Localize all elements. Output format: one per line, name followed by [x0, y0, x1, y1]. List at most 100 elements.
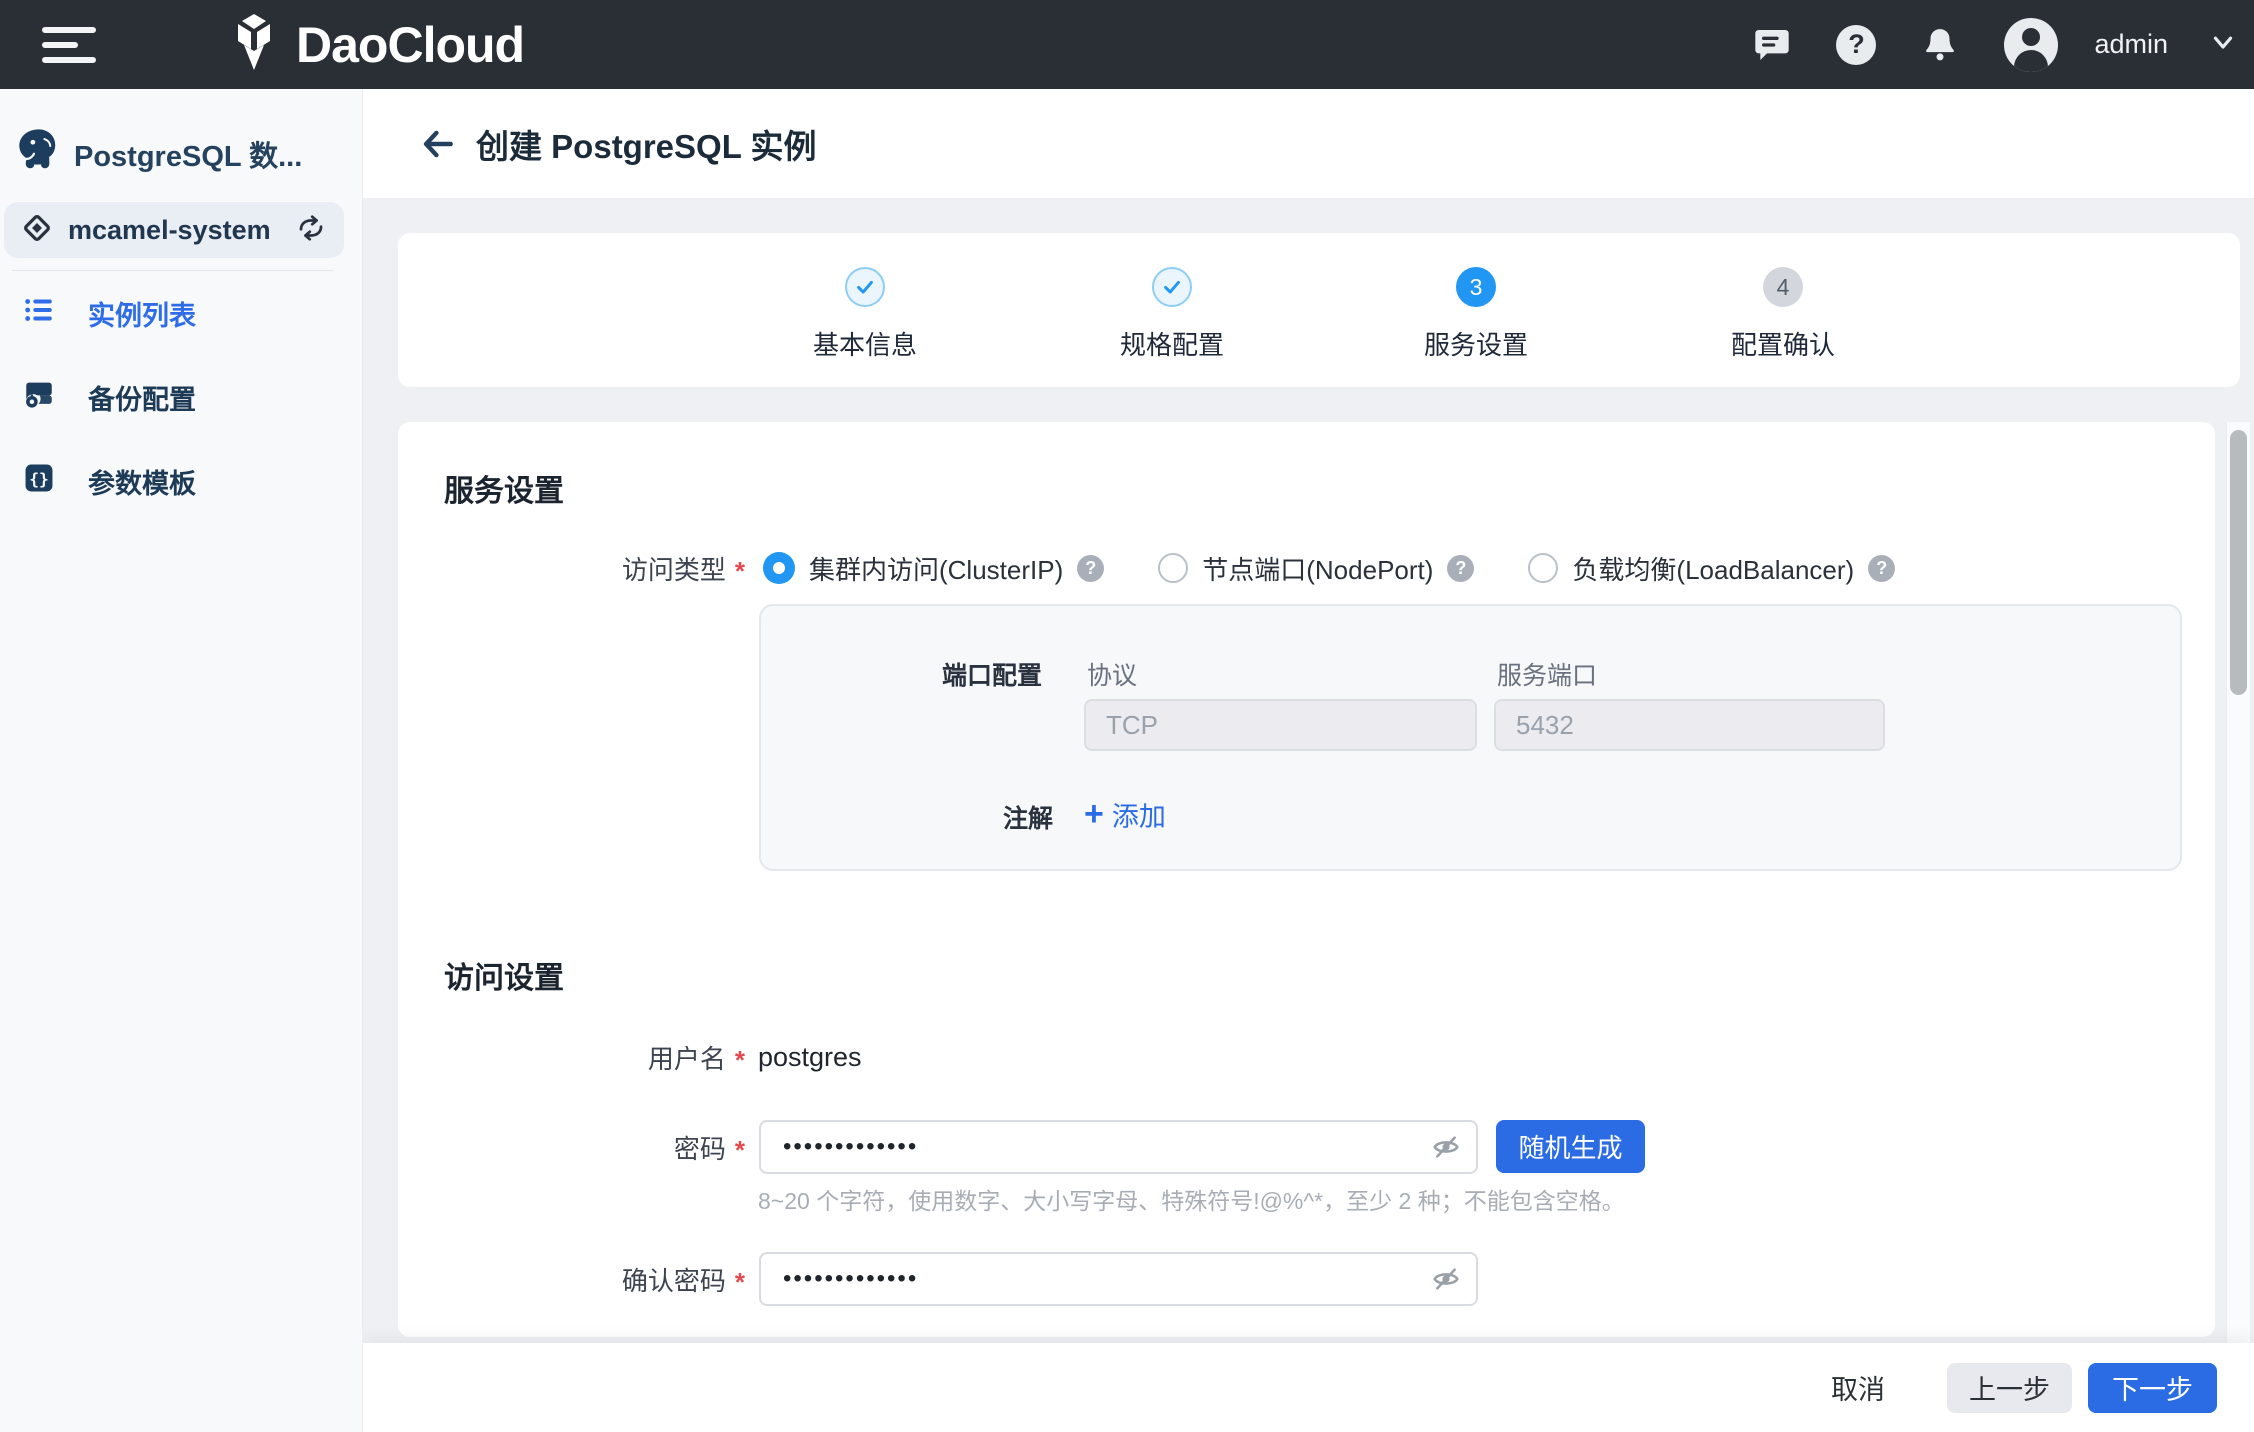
- username-label: admin: [2094, 29, 2168, 60]
- plus-icon: +: [1084, 799, 1104, 829]
- step-label: 配置确认: [1683, 325, 1883, 362]
- radio-loadbalancer[interactable]: 负载均衡(LoadBalancer) ?: [1528, 550, 1895, 587]
- sidebar-item-label: 实例列表: [88, 294, 196, 333]
- previous-step-button[interactable]: 上一步: [1947, 1363, 2072, 1413]
- footer-action-bar: 取消 上一步 下一步: [363, 1343, 2254, 1432]
- sidebar-item-parameter-template[interactable]: {} 参数模板: [0, 439, 362, 523]
- workspace-icon: [22, 213, 52, 248]
- step-number: 3: [1456, 267, 1496, 307]
- access-type-radio-group: 集群内访问(ClusterIP) ? 节点端口(NodePort) ? 负载均衡…: [763, 542, 1895, 594]
- service-port-label: 服务端口: [1497, 656, 1597, 692]
- daocloud-logo[interactable]: DaoCloud: [228, 13, 524, 76]
- label-text: 用户名: [648, 1039, 726, 1076]
- step-label: 规格配置: [1072, 325, 1272, 362]
- password-hint: 8~20 个字符，使用数字、大小写字母、特殊符号!@%^*，至少 2 种；不能包…: [758, 1182, 1625, 1216]
- radio-label: 负载均衡(LoadBalancer): [1572, 550, 1854, 587]
- step-label: 服务设置: [1376, 325, 1576, 362]
- product-header: PostgreSQL 数...: [16, 127, 362, 180]
- sidebar-item-instance-list[interactable]: 实例列表: [0, 271, 362, 355]
- notification-bell-icon[interactable]: [1920, 25, 1960, 65]
- cancel-button[interactable]: 取消: [1831, 1368, 1885, 1407]
- list-icon: [22, 293, 56, 334]
- svg-text:{}: {}: [29, 469, 49, 488]
- page-title: 创建 PostgreSQL 实例: [476, 120, 816, 168]
- add-annotation-button[interactable]: + 添加: [1084, 792, 1166, 836]
- label-text: 密码: [674, 1129, 726, 1166]
- radio-unselected-icon[interactable]: [1158, 553, 1188, 583]
- braces-icon: {}: [22, 461, 56, 502]
- workspace-selector[interactable]: mcamel-system: [4, 202, 344, 258]
- eye-off-icon[interactable]: [1428, 1129, 1464, 1165]
- section-title-service: 服务设置: [444, 466, 564, 510]
- postgresql-logo-icon: [16, 127, 60, 180]
- add-label: 添加: [1112, 795, 1166, 834]
- backup-icon: [22, 377, 56, 418]
- sidebar-menu: 实例列表 备份配置 {} 参数模板: [0, 271, 362, 523]
- step-label: 基本信息: [765, 325, 965, 362]
- confirm-password-field-wrap: [759, 1252, 1478, 1306]
- port-config-panel: 端口配置 协议 服务端口 注解 + 添加: [759, 604, 2182, 871]
- eye-off-icon[interactable]: [1428, 1261, 1464, 1297]
- sidebar-item-label: 参数模板: [88, 462, 196, 501]
- back-arrow-icon[interactable]: [418, 124, 458, 164]
- step-spec-config: 规格配置: [1072, 233, 1272, 362]
- page-header: 创建 PostgreSQL 实例: [363, 89, 2254, 198]
- required-marker: *: [735, 556, 745, 587]
- workspace-name: mcamel-system: [68, 215, 296, 246]
- scrollbar-track[interactable]: [2226, 422, 2250, 1343]
- password-field-wrap: [759, 1120, 1478, 1174]
- section-title-access: 访问设置: [444, 953, 564, 997]
- step-check-icon: [1152, 267, 1192, 307]
- protocol-label: 协议: [1087, 656, 1137, 692]
- radio-selected-icon[interactable]: [763, 552, 795, 584]
- daocloud-logo-icon: [228, 13, 280, 76]
- confirm-password-label: 确认密码 *: [398, 1252, 745, 1306]
- radio-unselected-icon[interactable]: [1528, 553, 1558, 583]
- product-title: PostgreSQL 数...: [74, 133, 302, 175]
- scrollbar-thumb[interactable]: [2230, 430, 2247, 695]
- annotation-label: 注解: [761, 799, 1053, 835]
- chevron-down-icon[interactable]: [2208, 27, 2238, 62]
- password-input[interactable]: [759, 1120, 1478, 1174]
- step-number: 4: [1763, 267, 1803, 307]
- form-card: 服务设置 访问类型 * 集群内访问(ClusterIP) ? 节点端口(Node…: [398, 422, 2215, 1337]
- label-text: 访问类型: [622, 550, 726, 587]
- sidebar-item-backup-config[interactable]: 备份配置: [0, 355, 362, 439]
- user-avatar[interactable]: [2004, 18, 2058, 72]
- username-label: 用户名 *: [398, 1031, 745, 1083]
- radio-clusterip[interactable]: 集群内访问(ClusterIP) ?: [763, 550, 1104, 587]
- access-type-label: 访问类型 *: [398, 542, 745, 594]
- confirm-password-input[interactable]: [759, 1252, 1478, 1306]
- password-label: 密码 *: [398, 1120, 745, 1174]
- required-marker: *: [735, 1267, 745, 1298]
- help-icon[interactable]: ?: [1868, 555, 1895, 582]
- help-icon[interactable]: ?: [1447, 555, 1474, 582]
- service-port-input[interactable]: [1494, 699, 1885, 751]
- generate-password-button[interactable]: 随机生成: [1496, 1120, 1645, 1173]
- stepper-card: 基本信息 规格配置 3 服务设置 4 配置确认: [398, 233, 2240, 387]
- step-confirm: 4 配置确认: [1683, 233, 1883, 362]
- help-icon[interactable]: ?: [1077, 555, 1104, 582]
- username-value: postgres: [758, 1042, 862, 1073]
- required-marker: *: [735, 1135, 745, 1166]
- required-marker: *: [735, 1045, 745, 1076]
- radio-label: 节点端口(NodePort): [1202, 550, 1433, 587]
- help-icon[interactable]: ?: [1836, 25, 1876, 65]
- protocol-input[interactable]: [1084, 699, 1477, 751]
- brand-name: DaoCloud: [296, 16, 524, 74]
- topbar-actions: ? admin: [1752, 0, 2238, 89]
- sidebar-item-label: 备份配置: [88, 378, 196, 417]
- step-check-icon: [845, 267, 885, 307]
- switch-workspace-icon[interactable]: [296, 213, 326, 248]
- chat-icon[interactable]: [1752, 25, 1792, 65]
- sidebar: PostgreSQL 数... mcamel-system: [0, 89, 363, 1432]
- label-text: 确认密码: [622, 1261, 726, 1298]
- hamburger-menu-icon[interactable]: [42, 25, 96, 65]
- radio-nodeport[interactable]: 节点端口(NodePort) ?: [1158, 550, 1474, 587]
- step-basic-info: 基本信息: [765, 233, 965, 362]
- port-config-label: 端口配置: [761, 656, 1042, 692]
- radio-label: 集群内访问(ClusterIP): [809, 550, 1063, 587]
- next-step-button[interactable]: 下一步: [2088, 1363, 2217, 1413]
- step-service-settings: 3 服务设置: [1376, 233, 1576, 362]
- top-navbar: DaoCloud ? admin: [0, 0, 2254, 89]
